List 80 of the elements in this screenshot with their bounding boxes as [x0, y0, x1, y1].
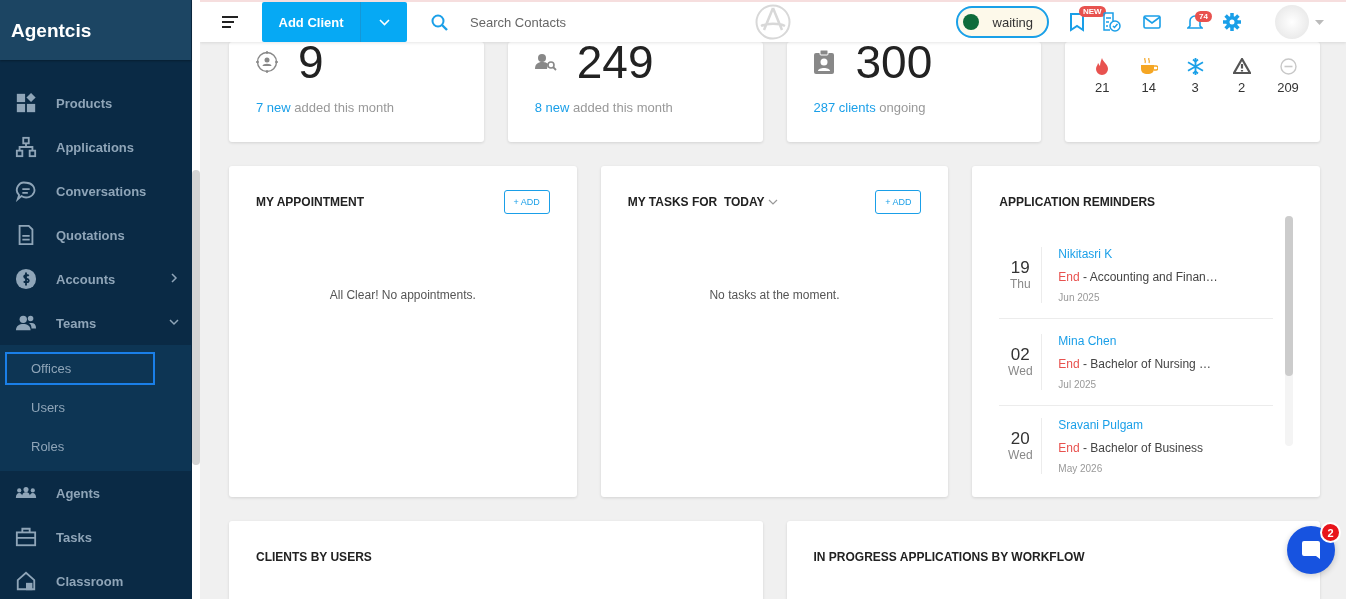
- scrollbar[interactable]: [192, 0, 200, 599]
- stat-link[interactable]: 7 new: [256, 100, 291, 115]
- nav-icon: [15, 268, 37, 290]
- stat-note: 7 new added this month: [256, 100, 396, 115]
- sidebar-item[interactable]: Tasks: [0, 515, 191, 559]
- mail-icon[interactable]: [1143, 15, 1161, 29]
- bookmark-icon[interactable]: [1069, 12, 1085, 32]
- stat-note: 8 new added this month: [534, 100, 674, 115]
- client-link[interactable]: Nikitasri K: [1058, 247, 1218, 261]
- brand-name: Agentcis: [11, 20, 92, 40]
- reminder-month: May 2026: [1058, 463, 1104, 474]
- caret-icon[interactable]: [767, 199, 778, 205]
- lead-count: 3: [1191, 80, 1199, 95]
- panel-title: APPLICATION REMINDERS: [999, 195, 1156, 209]
- logo-icon: [755, 4, 791, 40]
- chat-icon: [1300, 539, 1322, 561]
- stat-value: 249: [576, 39, 654, 85]
- add-button[interactable]: + ADD: [875, 190, 922, 214]
- sidebar-item[interactable]: Agents: [0, 471, 191, 515]
- user-target-icon: [256, 51, 278, 73]
- sidebar-item[interactable]: Classroom: [0, 559, 191, 599]
- nav-icon: [15, 136, 37, 158]
- sidebar-subitem[interactable]: Roles: [5, 430, 155, 463]
- sidebar-item[interactable]: Quotations: [0, 213, 191, 257]
- add-client-button[interactable]: Add Client: [262, 2, 407, 42]
- panel-title: IN PROGRESS APPLICATIONS BY WORKFLOW: [813, 550, 1085, 564]
- menu-icon[interactable]: [222, 16, 238, 28]
- reminder-detail: End - Bachelor of Nursing …: [1058, 356, 1212, 371]
- caret-icon: [378, 18, 390, 26]
- sidebar-subitem[interactable]: Offices: [5, 352, 155, 385]
- panel-title: MY APPOINTMENT: [256, 195, 364, 209]
- stat-value: 9: [298, 39, 324, 85]
- chevron-icon: [169, 316, 179, 328]
- scrollbar[interactable]: [1285, 216, 1293, 446]
- notification-badge: 74: [1195, 11, 1212, 22]
- caret-icon[interactable]: [1315, 19, 1324, 25]
- reminder-month: Jun 2025: [1058, 292, 1101, 303]
- empty-message: No tasks at the moment.: [708, 288, 841, 302]
- client-link[interactable]: Sravani Pulgam: [1058, 418, 1204, 432]
- chevron-icon: [169, 272, 179, 284]
- reminder-day: 02: [999, 346, 1042, 365]
- sidebar-item[interactable]: Products: [0, 81, 191, 125]
- nav-icon: [15, 526, 37, 548]
- unread-badge: 2: [1320, 522, 1341, 543]
- reminder-weekday: Thu: [1009, 277, 1032, 291]
- stat-value: 300: [855, 39, 933, 85]
- lead-count: 21: [1095, 80, 1110, 95]
- reminder-weekday: Wed: [1007, 448, 1034, 462]
- panel-title: CLIENTS BY USERS: [256, 550, 372, 564]
- lead-count: 2: [1237, 80, 1246, 95]
- document-check-icon[interactable]: [1101, 12, 1121, 32]
- user-search-icon: [534, 53, 557, 71]
- new-badge: NEW: [1079, 6, 1106, 17]
- lead-count: 209: [1277, 80, 1299, 95]
- reminder-day: 19: [999, 259, 1042, 278]
- search-icon[interactable]: [431, 13, 448, 31]
- client-link[interactable]: Mina Chen: [1058, 334, 1212, 348]
- reminder-detail: End - Accounting and Finan…: [1058, 269, 1218, 284]
- sidebar-item[interactable]: Applications: [0, 125, 191, 169]
- stat-link[interactable]: 287 clients: [813, 100, 876, 115]
- panel-title: MY TASKS FOR TODAY: [627, 195, 765, 209]
- settings-icon[interactable]: [1223, 13, 1241, 31]
- nav-icon: [15, 92, 37, 114]
- sidebar-item[interactable]: Accounts: [0, 257, 191, 301]
- nav-icon: [15, 570, 37, 592]
- empty-message: All Clear! No appointments.: [328, 288, 477, 302]
- reminder-month: Jul 2025: [1058, 379, 1098, 390]
- sidebar-item[interactable]: Teams: [0, 301, 191, 345]
- stat-note: 287 clients ongoing: [813, 100, 927, 115]
- reminder-day: 20: [999, 430, 1042, 449]
- lead-count: 14: [1141, 80, 1156, 95]
- sidebar-item[interactable]: Conversations: [0, 169, 191, 213]
- stat-link[interactable]: 8 new: [534, 100, 570, 115]
- add-button[interactable]: + ADD: [503, 190, 550, 214]
- sidebar-subitem[interactable]: Users: [5, 391, 155, 424]
- id-badge-icon: [813, 50, 834, 74]
- nav-icon: [15, 180, 37, 202]
- reminder-weekday: Wed: [1007, 364, 1034, 378]
- reminder-detail: End - Bachelor of Business: [1058, 440, 1204, 455]
- status-toggle[interactable]: waiting: [955, 6, 1049, 38]
